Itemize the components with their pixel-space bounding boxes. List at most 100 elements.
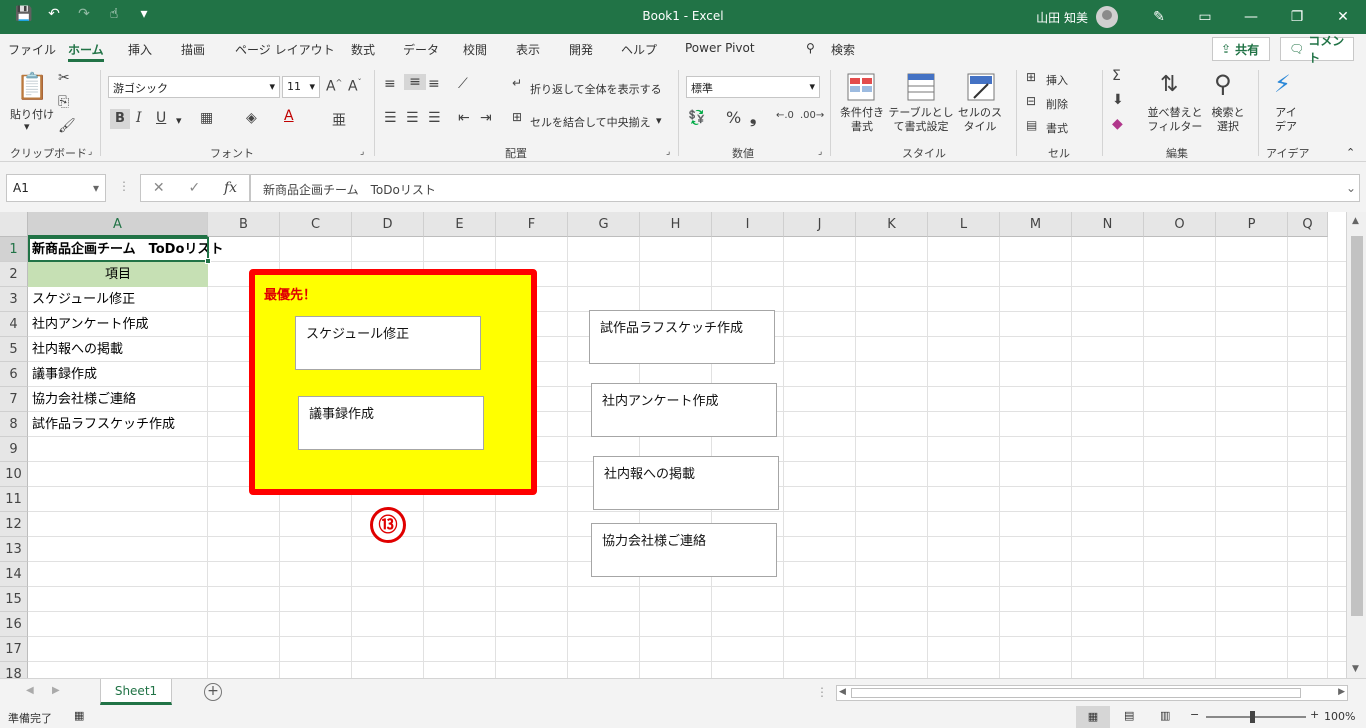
normal-view-icon[interactable]: ▦	[1076, 706, 1110, 728]
paste-button[interactable]: 貼り付け	[10, 106, 54, 122]
cell-a7[interactable]: 協力会社様ご連絡	[28, 387, 136, 412]
column-header-j[interactable]: J	[784, 212, 856, 237]
scroll-down-icon[interactable]: ▼	[1352, 664, 1359, 674]
column-header-n[interactable]: N	[1072, 212, 1144, 237]
find-select-icon[interactable]: ⚲	[1214, 70, 1232, 98]
textbox-prototype-sketch[interactable]: 試作品ラフスケッチ作成	[589, 310, 775, 364]
zoom-slider[interactable]	[1206, 716, 1306, 718]
borders-icon[interactable]: ▦	[200, 110, 213, 126]
select-all-button[interactable]	[0, 212, 28, 237]
next-sheet-icon[interactable]: ▶	[52, 685, 60, 696]
bold-button[interactable]: B	[110, 109, 130, 129]
priority-textbox-schedule[interactable]: スケジュール修正	[295, 316, 481, 370]
enter-icon[interactable]: ✓	[188, 180, 200, 196]
tab-review[interactable]: 校閲	[463, 41, 487, 58]
row-header-18[interactable]: 18	[0, 662, 28, 678]
avatar[interactable]	[1096, 6, 1118, 28]
column-header-h[interactable]: H	[640, 212, 712, 237]
increase-decimal-icon[interactable]: ←.0	[776, 110, 794, 121]
clear-icon[interactable]: ◆	[1112, 116, 1123, 132]
cancel-icon[interactable]: ✕	[153, 180, 165, 196]
column-header-l[interactable]: L	[928, 212, 1000, 237]
restore-button[interactable]: ❐	[1274, 0, 1320, 34]
sort-filter-button[interactable]: 並べ替えとフィルター	[1146, 106, 1204, 134]
close-button[interactable]: ✕	[1320, 0, 1366, 34]
save-icon[interactable]: 💾	[14, 6, 34, 22]
delete-cells-button[interactable]: 削除	[1046, 96, 1068, 112]
increase-font-icon[interactable]: A^	[326, 78, 342, 95]
tab-developer[interactable]: 開発	[569, 41, 593, 58]
horizontal-scrollbar[interactable]: ◀ ▶	[836, 685, 1348, 701]
fill-icon[interactable]: ⬇	[1112, 92, 1124, 108]
page-layout-view-icon[interactable]: ▤	[1124, 709, 1134, 722]
column-header-g[interactable]: G	[568, 212, 640, 237]
search-icon[interactable]: ⚲	[806, 41, 815, 55]
tab-page-layout[interactable]: ページ レイアウト	[235, 41, 335, 58]
pen-icon[interactable]: ✎	[1136, 0, 1182, 34]
column-header-m[interactable]: M	[1000, 212, 1072, 237]
format-as-table-button[interactable]: テーブルとして書式設定	[886, 106, 956, 134]
column-header-p[interactable]: P	[1216, 212, 1288, 237]
tab-power-pivot[interactable]: Power Pivot	[685, 41, 755, 55]
align-bottom-icon[interactable]: ≡	[428, 76, 440, 92]
decrease-indent-icon[interactable]: ⇤	[458, 110, 470, 126]
column-header-q[interactable]: Q	[1288, 212, 1328, 237]
sort-filter-icon[interactable]: ⇅	[1160, 72, 1178, 97]
find-select-button[interactable]: 検索と選択	[1208, 106, 1248, 134]
zoom-out-icon[interactable]: −	[1190, 708, 1199, 721]
tab-split-handle[interactable]: ⋮	[816, 685, 828, 699]
delete-cells-icon[interactable]: ⊟	[1026, 94, 1036, 108]
conditional-formatting-button[interactable]: 条件付き書式	[838, 106, 886, 134]
row-header-4[interactable]: 4	[0, 312, 28, 337]
row-header-9[interactable]: 9	[0, 437, 28, 462]
decrease-decimal-icon[interactable]: .00→	[800, 110, 824, 121]
dialog-launcher-icon[interactable]: ⌟	[818, 147, 822, 157]
increase-indent-icon[interactable]: ⇥	[480, 110, 492, 126]
tab-draw[interactable]: 描画	[181, 41, 205, 58]
conditional-format-icon[interactable]	[846, 72, 876, 102]
row-header-17[interactable]: 17	[0, 637, 28, 662]
row-header-8[interactable]: 8	[0, 412, 28, 437]
scroll-right-icon[interactable]: ▶	[1338, 687, 1345, 697]
fill-handle[interactable]	[205, 258, 211, 264]
row-header-10[interactable]: 10	[0, 462, 28, 487]
row-header-13[interactable]: 13	[0, 537, 28, 562]
percent-icon[interactable]: %	[726, 108, 741, 127]
ideas-icon[interactable]: ⚡	[1274, 70, 1291, 98]
underline-dropdown-icon[interactable]: ▾	[176, 114, 182, 127]
vertical-scrollbar[interactable]: ▲ ▼	[1346, 212, 1366, 678]
cell-a1[interactable]: 新商品企画チーム ToDoリスト	[28, 237, 223, 262]
insert-function-button[interactable]: fx	[224, 180, 237, 196]
undo-icon[interactable]: ↶	[44, 6, 64, 22]
ribbon-display-icon[interactable]: ▭	[1182, 0, 1228, 34]
tab-insert[interactable]: 挿入	[128, 41, 152, 58]
priority-textbox-minutes[interactable]: 議事録作成	[298, 396, 484, 450]
macro-record-icon[interactable]: ▦	[74, 709, 84, 722]
column-header-o[interactable]: O	[1144, 212, 1216, 237]
decrease-font-icon[interactable]: Aˇ	[348, 78, 362, 95]
cell-a8[interactable]: 試作品ラフスケッチ作成	[28, 412, 175, 437]
row-header-11[interactable]: 11	[0, 487, 28, 512]
cut-icon[interactable]: ✂	[58, 70, 70, 86]
customize-qat-icon[interactable]: ▾	[134, 6, 154, 22]
name-box[interactable]: A1 ▾	[6, 174, 106, 202]
tab-home[interactable]: ホーム	[68, 41, 104, 62]
paste-dropdown-icon[interactable]: ▾	[24, 120, 30, 133]
column-header-e[interactable]: E	[424, 212, 496, 237]
cell-a6[interactable]: 議事録作成	[28, 362, 97, 387]
column-header-k[interactable]: K	[856, 212, 928, 237]
dialog-launcher-icon[interactable]: ⌟	[360, 147, 364, 157]
row-header-3[interactable]: 3	[0, 287, 28, 312]
textbox-survey[interactable]: 社内アンケート作成	[591, 383, 777, 437]
comma-icon[interactable]: ❟	[750, 108, 756, 128]
zoom-slider-knob[interactable]	[1250, 711, 1255, 723]
collapse-ribbon-icon[interactable]: ⌃	[1346, 146, 1355, 159]
autosum-icon[interactable]: Σ	[1112, 68, 1121, 84]
redo-icon[interactable]: ↷	[74, 6, 94, 22]
format-cells-icon[interactable]: ▤	[1026, 118, 1037, 132]
font-color-icon[interactable]: A	[284, 108, 294, 124]
row-header-12[interactable]: 12	[0, 512, 28, 537]
cell-styles-button[interactable]: セルのスタイル	[956, 106, 1004, 134]
tell-me-search[interactable]: 検索	[831, 41, 855, 58]
page-break-view-icon[interactable]: ▥	[1160, 709, 1170, 722]
